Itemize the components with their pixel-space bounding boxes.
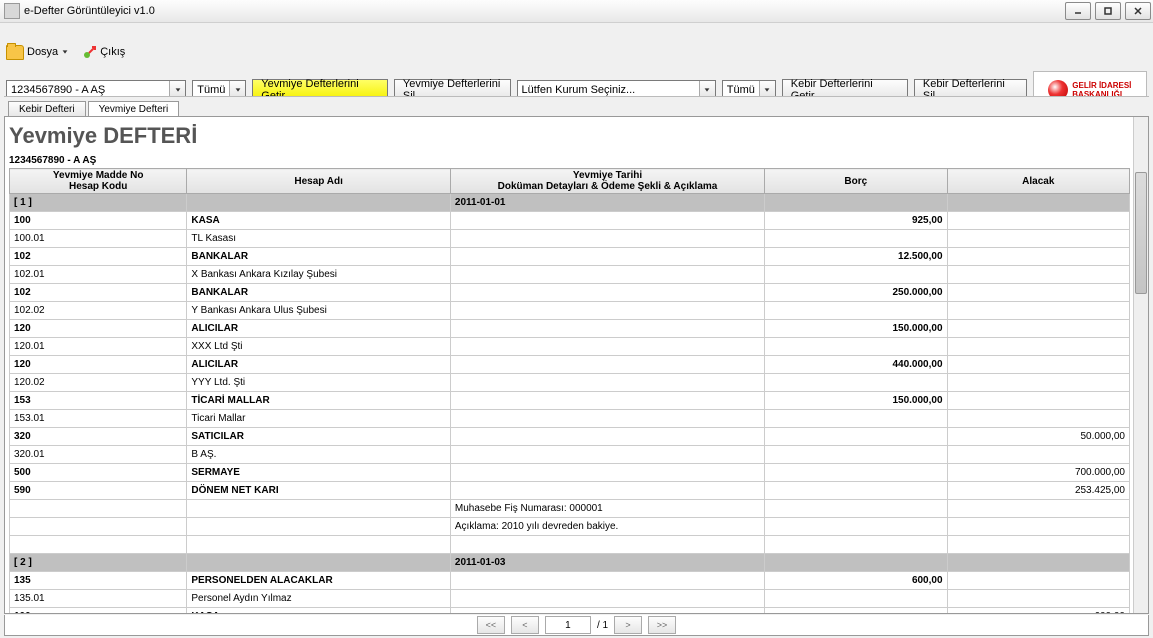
pager-next[interactable]: > bbox=[614, 616, 642, 634]
pager-prev[interactable]: < bbox=[511, 616, 539, 634]
pager-last[interactable]: >> bbox=[648, 616, 676, 634]
app-icon bbox=[4, 3, 20, 19]
tab-yevmiye[interactable]: Yevmiye Defteri bbox=[88, 101, 180, 117]
table-row: 320.01B AŞ. bbox=[10, 446, 1130, 464]
table-row: 102.02Y Bankası Ankara Ulus Şubesi bbox=[10, 302, 1130, 320]
report-tabs: Kebir Defteri Yevmiye Defteri bbox=[4, 96, 1149, 118]
minimize-button[interactable] bbox=[1065, 2, 1091, 20]
table-row: 153TİCARİ MALLAR150.000,00 bbox=[10, 392, 1130, 410]
table-row: 120.02YYY Ltd. Şti bbox=[10, 374, 1130, 392]
file-menu[interactable]: Dosya bbox=[6, 45, 69, 60]
table-row: 590DÖNEM NET KARI253.425,00 bbox=[10, 482, 1130, 500]
kurum-value: Lütfen Kurum Seçiniz... bbox=[518, 84, 699, 96]
report-subtitle: 1234567890 - A AŞ bbox=[9, 155, 1130, 166]
table-row: 153.01Ticari Mallar bbox=[10, 410, 1130, 428]
table-row: 500SERMAYE700.000,00 bbox=[10, 464, 1130, 482]
close-button[interactable] bbox=[1125, 2, 1151, 20]
folder-icon bbox=[6, 45, 24, 60]
report-title: Yevmiye DEFTERİ bbox=[9, 123, 1130, 149]
col-madde: Yevmiye Madde NoHesap Kodu bbox=[10, 169, 187, 194]
exit-button[interactable]: Çıkış bbox=[83, 45, 125, 59]
table-row: 135PERSONELDEN ALACAKLAR600,00 bbox=[10, 572, 1130, 590]
table-row bbox=[10, 536, 1130, 554]
col-borc: Borç bbox=[765, 169, 947, 194]
scroll-thumb[interactable] bbox=[1135, 172, 1147, 294]
table-row: Muhasebe Fiş Numarası: 000001 bbox=[10, 500, 1130, 518]
table-row: 135.01Personel Aydın Yılmaz bbox=[10, 590, 1130, 608]
table-row: [ 1 ]2011-01-01 bbox=[10, 194, 1130, 212]
table-row: 120.01XXX Ltd Şti bbox=[10, 338, 1130, 356]
table-row: [ 2 ]2011-01-03 bbox=[10, 554, 1130, 572]
report-table: Yevmiye Madde NoHesap Kodu Hesap Adı Yev… bbox=[9, 168, 1130, 613]
exit-icon bbox=[83, 45, 97, 59]
tab-kebir-label: Kebir Defteri bbox=[19, 104, 75, 115]
table-row: Açıklama: 2010 yılı devreden bakiye. bbox=[10, 518, 1130, 536]
table-row: 120ALICILAR150.000,00 bbox=[10, 320, 1130, 338]
pager-first[interactable]: << bbox=[477, 616, 505, 634]
menubar bbox=[0, 23, 1153, 39]
period1-value: Tümü bbox=[193, 84, 229, 96]
tab-yevmiye-label: Yevmiye Defteri bbox=[99, 104, 169, 115]
window-title: e-Defter Görüntüleyici v1.0 bbox=[24, 5, 155, 17]
col-detay: Yevmiye TarihiDoküman Detayları & Ödeme … bbox=[450, 169, 764, 194]
col-alacak: Alacak bbox=[947, 169, 1129, 194]
table-row: 102.01X Bankası Ankara Kızılay Şubesi bbox=[10, 266, 1130, 284]
company-value: 1234567890 - A AŞ bbox=[7, 84, 169, 96]
table-row: 320SATICILAR50.000,00 bbox=[10, 428, 1130, 446]
table-row: 100KASA925,00 bbox=[10, 212, 1130, 230]
period2-value: Tümü bbox=[723, 84, 759, 96]
table-row: 102BANKALAR12.500,00 bbox=[10, 248, 1130, 266]
pager-total: / 1 bbox=[597, 620, 608, 631]
maximize-button[interactable] bbox=[1095, 2, 1121, 20]
exit-label: Çıkış bbox=[100, 46, 125, 58]
window-titlebar: e-Defter Görüntüleyici v1.0 bbox=[0, 0, 1153, 23]
file-label: Dosya bbox=[27, 46, 58, 58]
chevron-down-icon bbox=[61, 48, 69, 56]
vertical-scrollbar[interactable] bbox=[1133, 117, 1148, 613]
table-row: 100.01TL Kasası bbox=[10, 230, 1130, 248]
tab-kebir[interactable]: Kebir Defteri bbox=[8, 101, 86, 117]
table-row: 120ALICILAR440.000,00 bbox=[10, 356, 1130, 374]
col-hesap-adi: Hesap Adı bbox=[187, 169, 451, 194]
toolbar-file: Dosya Çıkış bbox=[0, 39, 1153, 65]
table-row: 102BANKALAR250.000,00 bbox=[10, 284, 1130, 302]
pager-page-input[interactable] bbox=[545, 616, 591, 634]
report-panel: Yevmiye DEFTERİ 1234567890 - A AŞ Yevmiy… bbox=[4, 116, 1149, 614]
pager: << < / 1 > >> bbox=[4, 615, 1149, 636]
logo-line1: GELİR İDARESİ bbox=[1072, 81, 1131, 90]
table-row: 100KASA600,00 bbox=[10, 608, 1130, 614]
report-scroll[interactable]: Yevmiye DEFTERİ 1234567890 - A AŞ Yevmiy… bbox=[5, 117, 1134, 613]
